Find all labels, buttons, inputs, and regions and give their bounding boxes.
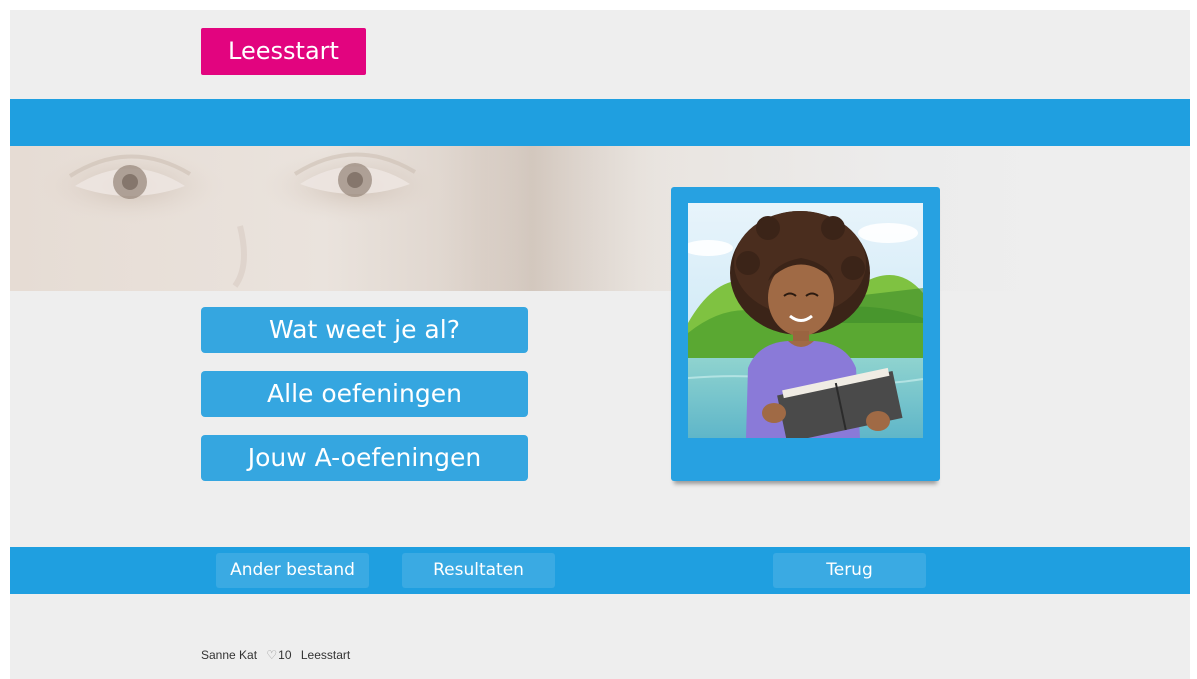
menu-button-jouw-a-oefeningen[interactable]: Jouw A-oefeningen — [201, 435, 528, 481]
header-band — [10, 99, 1190, 146]
back-button[interactable]: Terug — [773, 553, 926, 588]
results-button[interactable]: Resultaten — [402, 553, 555, 588]
menu-button-alle-oefeningen[interactable]: Alle oefeningen — [201, 371, 528, 417]
footer-status: Sanne Kat ♡10 Leesstart — [201, 648, 356, 662]
footer-app-name: Leesstart — [300, 648, 351, 662]
other-file-button[interactable]: Ander bestand — [216, 553, 369, 588]
menu-button-wat-weet-je-al[interactable]: Wat weet je al? — [201, 307, 528, 353]
heart-outline-icon: ♡ — [266, 648, 278, 662]
photo-frame — [671, 187, 940, 481]
girl-reading-illustration — [688, 203, 923, 438]
footer-hearts-count: 10 — [278, 648, 292, 662]
app-page: Leesstart Wat weet je al? Alle oefeninge… — [10, 10, 1190, 679]
girl-reading-photo — [688, 203, 923, 438]
footer-user-name: Sanne Kat — [201, 648, 258, 662]
leesstart-logo[interactable]: Leesstart — [201, 28, 366, 75]
navigation-bar: Ander bestand Resultaten Terug — [10, 547, 1190, 594]
